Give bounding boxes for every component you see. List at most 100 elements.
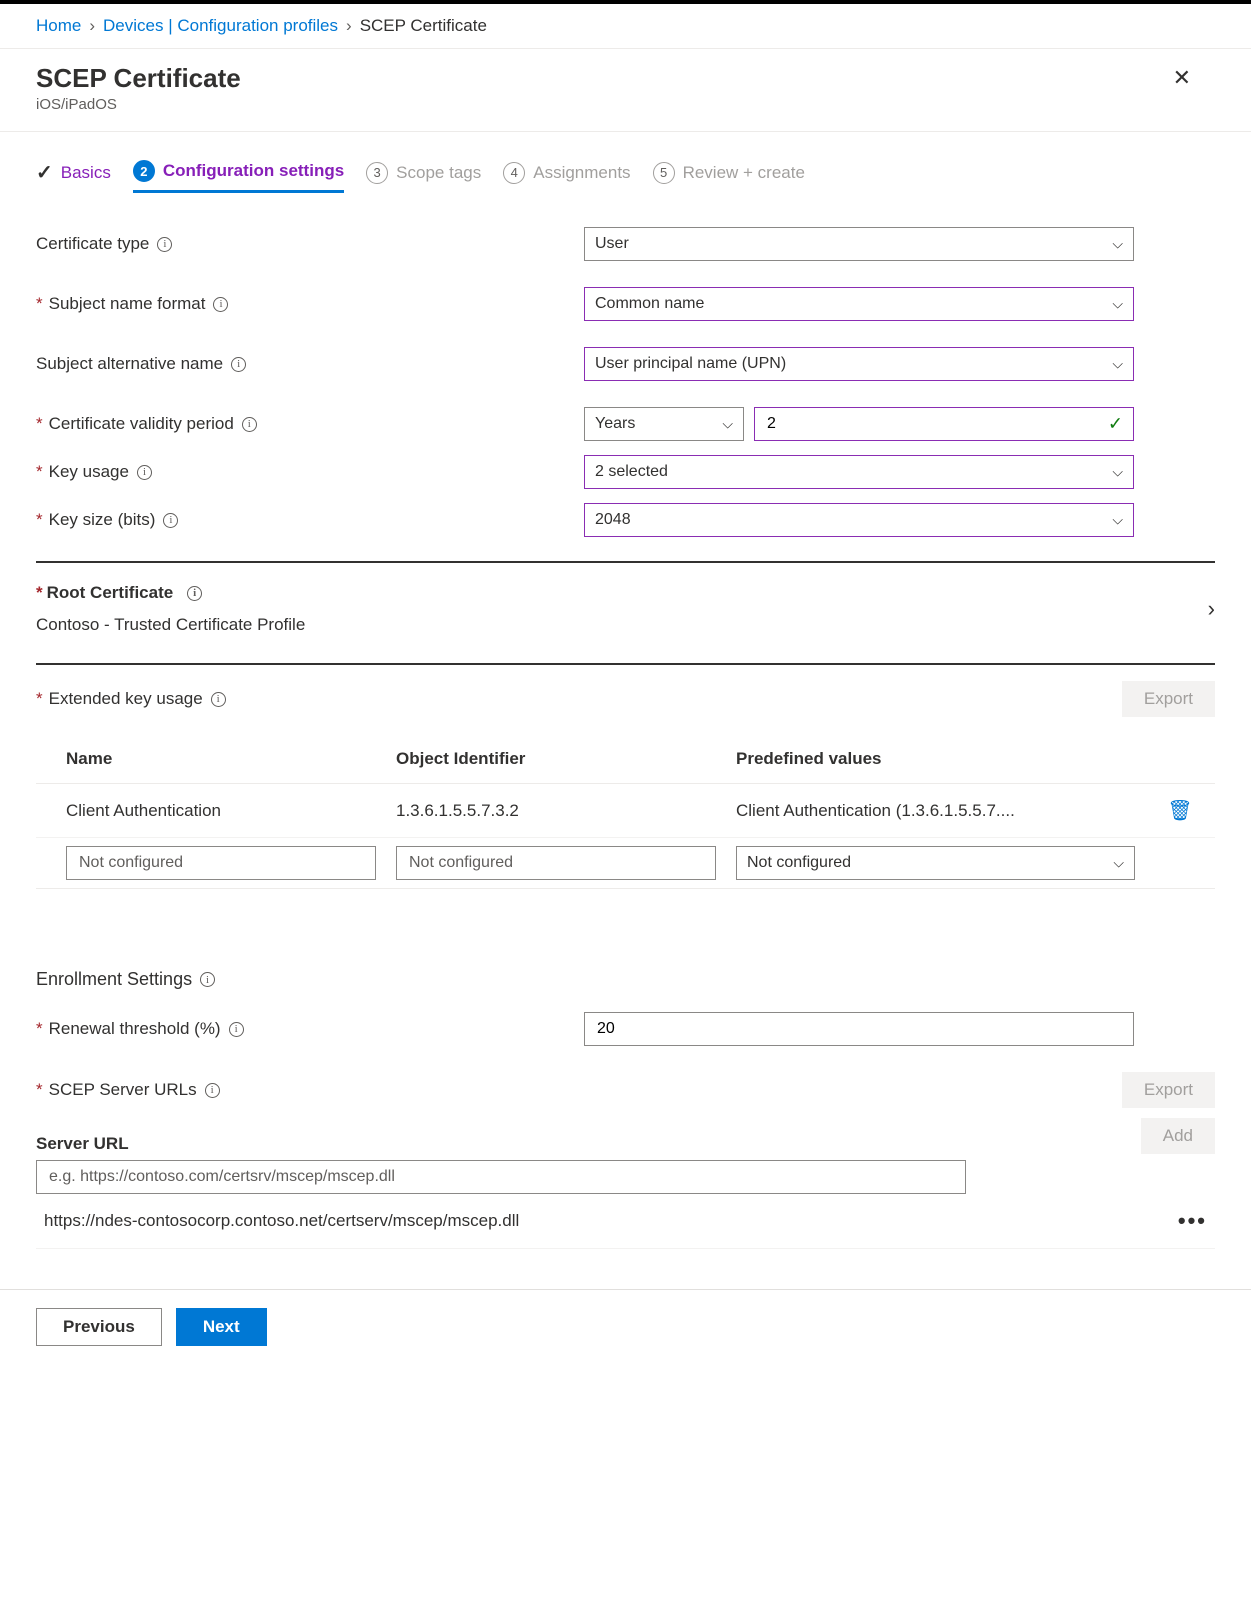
eku-oid-input[interactable] (396, 846, 716, 880)
select-subject-name-format[interactable]: Common name ⌵ (584, 287, 1134, 321)
cell-oid: 1.3.6.1.5.5.7.3.2 (396, 801, 736, 821)
label-san: Subject alternative name (36, 354, 223, 374)
select-key-usage[interactable]: 2 selected ⌵ (584, 455, 1134, 489)
input-renewal[interactable] (584, 1012, 1134, 1046)
select-value: 2048 (595, 511, 631, 529)
tab-review-create[interactable]: 5 Review + create (653, 162, 805, 192)
chevron-down-icon: ⌵ (722, 416, 733, 433)
more-actions-button[interactable]: ••• (1178, 1208, 1207, 1234)
export-urls-button[interactable]: Export (1122, 1072, 1215, 1108)
breadcrumb-home[interactable]: Home (36, 16, 81, 36)
select-validity-unit[interactable]: Years ⌵ (584, 407, 744, 441)
checkmark-icon: ✓ (36, 160, 53, 185)
chevron-right-icon: › (89, 16, 95, 36)
row-certificate-type: Certificate type i User ⌵ (36, 227, 1215, 261)
root-certificate-picker[interactable]: * Root Certificate i Contoso - Trusted C… (36, 579, 1215, 639)
label-scep-urls: SCEP Server URLs (49, 1080, 197, 1100)
cell-name: Client Authentication (66, 801, 396, 821)
wizard-tabs: ✓ Basics 2 Configuration settings 3 Scop… (36, 160, 1215, 193)
checkmark-icon: ✓ (1108, 414, 1123, 435)
label-renewal: Renewal threshold (%) (49, 1019, 221, 1039)
breadcrumb-devices[interactable]: Devices | Configuration profiles (103, 16, 338, 36)
add-url-button[interactable]: Add (1141, 1118, 1215, 1154)
chevron-right-icon: › (1208, 596, 1215, 622)
info-icon[interactable]: i (211, 692, 226, 707)
eku-table: Name Object Identifier Predefined values… (36, 735, 1215, 889)
select-value: Years (595, 415, 635, 433)
eku-table-header: Name Object Identifier Predefined values (36, 735, 1215, 784)
required-icon: * (36, 583, 43, 603)
tab-basics[interactable]: ✓ Basics (36, 160, 111, 193)
info-icon[interactable]: i (229, 1022, 244, 1037)
select-certificate-type[interactable]: User ⌵ (584, 227, 1134, 261)
divider (36, 561, 1215, 563)
panel: SCEP Certificate iOS/iPadOS ✕ ✓ Basics 2… (0, 48, 1251, 1364)
previous-button[interactable]: Previous (36, 1308, 162, 1346)
close-icon: ✕ (1173, 65, 1191, 90)
close-button[interactable]: ✕ (1165, 63, 1199, 93)
required-icon: * (36, 414, 43, 434)
step-number-icon: 2 (133, 160, 155, 182)
select-san[interactable]: User principal name (UPN) ⌵ (584, 347, 1134, 381)
chevron-down-icon: ⌵ (1112, 236, 1123, 253)
form-body: ✓ Basics 2 Configuration settings 3 Scop… (0, 131, 1251, 1289)
info-icon[interactable]: i (231, 357, 246, 372)
eku-table-row: Client Authentication 1.3.6.1.5.5.7.3.2 … (36, 784, 1215, 838)
wizard-footer: Previous Next (0, 1289, 1251, 1364)
renewal-field[interactable] (595, 1019, 1103, 1039)
info-icon[interactable]: i (157, 237, 172, 252)
label-server-url: Server URL (36, 1134, 129, 1154)
step-number-icon: 4 (503, 162, 525, 184)
info-icon[interactable]: i (205, 1083, 220, 1098)
chevron-down-icon: ⌵ (1112, 464, 1123, 481)
enrollment-settings-header: Enrollment Settings i (36, 969, 1215, 990)
select-value: Not configured (747, 854, 851, 872)
trash-icon: 🗑 (1167, 800, 1192, 822)
chevron-down-icon: ⌵ (1113, 855, 1124, 872)
col-oid: Object Identifier (396, 749, 736, 769)
info-icon[interactable]: i (163, 513, 178, 528)
eku-predef-select[interactable]: Not configured ⌵ (736, 846, 1135, 880)
info-icon[interactable]: i (213, 297, 228, 312)
select-value: 2 selected (595, 463, 668, 481)
input-validity-value[interactable]: ✓ (754, 407, 1134, 441)
eku-section-header: * Extended key usage i Export (36, 681, 1215, 717)
required-icon: * (36, 462, 43, 482)
required-icon: * (36, 510, 43, 530)
delete-row-button[interactable]: 🗑 (1155, 798, 1205, 823)
select-key-size[interactable]: 2048 ⌵ (584, 503, 1134, 537)
label-subject-name-format: Subject name format (49, 294, 206, 314)
tab-label: Scope tags (396, 163, 481, 183)
tab-scope-tags[interactable]: 3 Scope tags (366, 162, 481, 192)
scep-urls-header: * SCEP Server URLs i Export (36, 1072, 1215, 1108)
validity-value-field[interactable] (765, 414, 1103, 434)
chevron-right-icon: › (346, 16, 352, 36)
chevron-down-icon: ⌵ (1112, 296, 1123, 313)
next-button[interactable]: Next (176, 1308, 267, 1346)
row-subject-name-format: * Subject name format i Common name ⌵ (36, 287, 1215, 321)
url-value: https://ndes-contosocorp.contoso.net/cer… (44, 1211, 519, 1231)
select-value: User (595, 235, 629, 253)
step-number-icon: 5 (653, 162, 675, 184)
tab-label: Assignments (533, 163, 630, 183)
server-url-field[interactable] (47, 1167, 935, 1187)
row-key-size: * Key size (bits) i 2048 ⌵ (36, 503, 1215, 537)
step-number-icon: 3 (366, 162, 388, 184)
eku-name-field[interactable] (77, 853, 345, 873)
tab-assignments[interactable]: 4 Assignments (503, 162, 630, 192)
tab-configuration-settings[interactable]: 2 Configuration settings (133, 160, 344, 193)
label-enrollment: Enrollment Settings (36, 969, 192, 990)
tab-label: Configuration settings (163, 161, 344, 181)
row-validity: * Certificate validity period i Years ⌵ … (36, 407, 1215, 441)
export-eku-button[interactable]: Export (1122, 681, 1215, 717)
info-icon[interactable]: i (200, 972, 215, 987)
info-icon[interactable]: i (137, 465, 152, 480)
required-icon: * (36, 294, 43, 314)
divider (36, 663, 1215, 665)
info-icon[interactable]: i (187, 586, 202, 601)
info-icon[interactable]: i (242, 417, 257, 432)
label-validity: Certificate validity period (49, 414, 234, 434)
eku-name-input[interactable] (66, 846, 376, 880)
input-server-url[interactable] (36, 1160, 966, 1194)
eku-oid-field[interactable] (407, 853, 685, 873)
